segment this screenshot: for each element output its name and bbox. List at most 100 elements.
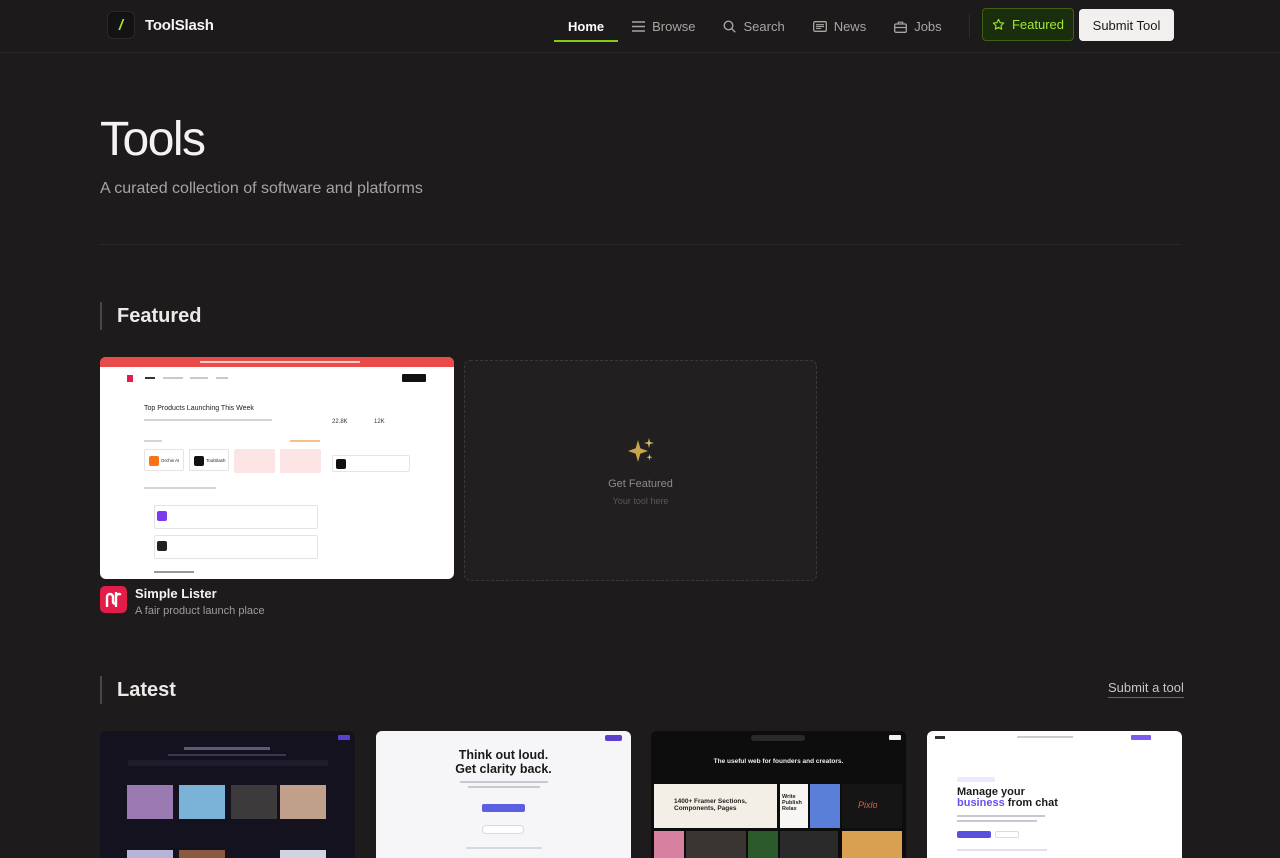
preview-button bbox=[482, 804, 525, 812]
preview-text-line bbox=[957, 815, 1045, 817]
preview-side-text: Write Publish Relax bbox=[782, 794, 802, 812]
preview-thumbnail bbox=[748, 831, 778, 858]
top-nav-bar: / ToolSlash Home Browse Search News Jobs… bbox=[0, 0, 1280, 53]
featured-button-label: Featured bbox=[1011, 17, 1065, 32]
brand-logo-icon: / bbox=[107, 11, 135, 39]
preview-item-box: ToolSlash bbox=[189, 449, 229, 471]
placeholder-title: Get Featured bbox=[608, 477, 673, 490]
preview-headline: Top Products Launching This Week bbox=[144, 405, 254, 412]
preview-text-line bbox=[144, 487, 216, 489]
preview-item-label: ToolSlash bbox=[206, 458, 226, 463]
preview-nav-line bbox=[216, 377, 228, 379]
preview-item-icon bbox=[149, 456, 159, 466]
preview-thumbnail bbox=[179, 785, 225, 819]
preview-text-line bbox=[460, 781, 548, 783]
featured-card-info[interactable]: Simple Lister A fair product launch plac… bbox=[100, 586, 265, 617]
preview-pink-box bbox=[234, 449, 275, 473]
nav-search-label: Search bbox=[743, 19, 785, 34]
preview-headline-line: Think out loud. bbox=[458, 748, 549, 762]
card-description: A fair product launch place bbox=[135, 605, 265, 617]
nav-news[interactable]: News bbox=[799, 0, 881, 53]
preview-thumbnail bbox=[127, 785, 173, 819]
preview-headline: Manage your business from chat bbox=[957, 787, 1058, 809]
preview-text-line bbox=[957, 820, 1037, 822]
preview-logo-text: Pixlo bbox=[858, 800, 878, 810]
preview-nav-line bbox=[1017, 736, 1073, 738]
preview-list-row bbox=[154, 505, 318, 529]
preview-stat: 12K bbox=[374, 419, 385, 425]
preview-button bbox=[889, 735, 901, 740]
latest-card[interactable] bbox=[100, 731, 355, 858]
preview-thumbnail bbox=[280, 850, 326, 858]
preview-thumbnail bbox=[780, 831, 838, 858]
preview-button bbox=[338, 735, 350, 740]
menu-icon bbox=[632, 21, 646, 32]
submit-a-tool-link[interactable]: Submit a tool bbox=[1108, 680, 1184, 698]
preview-item-icon bbox=[336, 459, 346, 469]
preview-thumbnail bbox=[810, 784, 840, 828]
preview-button bbox=[605, 735, 622, 741]
preview-promo-text: 1400+ Framer Sections, Components, Pages bbox=[674, 798, 747, 812]
preview-side-box bbox=[332, 455, 410, 472]
preview-stat: 22.8K bbox=[332, 419, 348, 425]
preview-headline-tail: from chat bbox=[1007, 797, 1058, 809]
preview-headline: Think out loud. Get clarity back. bbox=[376, 748, 631, 776]
preview-nav-line bbox=[145, 377, 155, 379]
nav-browse[interactable]: Browse bbox=[618, 0, 709, 53]
preview-item-icon bbox=[157, 511, 167, 521]
preview-logo-icon bbox=[935, 736, 945, 739]
latest-card[interactable]: Think out loud. Get clarity back. bbox=[376, 731, 631, 858]
latest-heading: Latest bbox=[100, 676, 176, 704]
preview-thumbnail bbox=[686, 831, 746, 858]
preview-headline-line: Get clarity back. bbox=[455, 762, 552, 776]
preview-pink-box bbox=[280, 449, 321, 473]
featured-button[interactable]: Featured bbox=[982, 8, 1074, 41]
get-featured-placeholder[interactable]: Get Featured Your tool here bbox=[464, 360, 817, 581]
preview-headline-line: business from chat bbox=[957, 798, 1058, 809]
preview-text-line bbox=[466, 847, 542, 849]
preview-thumbnail bbox=[280, 785, 326, 819]
latest-card[interactable]: Manage your business from chat bbox=[927, 731, 1182, 858]
submit-tool-button[interactable]: Submit Tool bbox=[1079, 9, 1174, 41]
preview-logo-icon bbox=[127, 375, 133, 382]
star-icon bbox=[992, 18, 1005, 30]
preview-button bbox=[957, 831, 991, 838]
preview-text-line bbox=[144, 440, 162, 442]
preview-promo-tile: 1400+ Framer Sections, Components, Pages bbox=[654, 784, 777, 828]
preview-item-label: Orchis AI bbox=[161, 458, 180, 463]
preview-text-line bbox=[144, 419, 272, 421]
preview-nav-line bbox=[163, 377, 183, 379]
preview-text-line bbox=[184, 747, 270, 750]
nav-home-label: Home bbox=[568, 19, 605, 34]
nav-jobs[interactable]: Jobs bbox=[880, 0, 955, 53]
brand-link[interactable]: / ToolSlash bbox=[107, 10, 214, 40]
nav-news-label: News bbox=[833, 19, 867, 34]
card-name: Simple Lister bbox=[135, 586, 217, 601]
preview-list-row bbox=[154, 535, 318, 559]
preview-thumbnail bbox=[127, 850, 173, 858]
preview-banner bbox=[100, 357, 454, 367]
preview-item-icon bbox=[194, 456, 204, 466]
preview-item-box: Orchis AI bbox=[144, 449, 184, 471]
preview-button bbox=[1131, 735, 1151, 740]
featured-card-preview[interactable]: Top Products Launching This Week Orchis … bbox=[100, 357, 454, 579]
preview-search bbox=[751, 735, 805, 741]
preview-headline-accent: business bbox=[957, 797, 1005, 809]
preview-text-line bbox=[957, 849, 1047, 851]
nav-home[interactable]: Home bbox=[554, 0, 619, 53]
preview-headline: The useful web for founders and creators… bbox=[713, 758, 844, 765]
latest-card[interactable]: The useful web for founders and creators… bbox=[651, 731, 906, 858]
preview-signin-button bbox=[402, 374, 426, 382]
preview-item-icon bbox=[157, 541, 167, 551]
preview-button bbox=[995, 831, 1019, 838]
briefcase-icon bbox=[894, 21, 908, 33]
nav-search[interactable]: Search bbox=[709, 0, 798, 53]
preview-promo-tile: Write Publish Relax bbox=[780, 784, 808, 828]
preview-text-line bbox=[468, 786, 540, 788]
nav-jobs-label: Jobs bbox=[914, 19, 942, 34]
preview-search bbox=[128, 760, 328, 766]
nav-divider bbox=[969, 14, 970, 38]
preview-nav-line bbox=[190, 377, 208, 379]
simple-lister-logo-icon bbox=[100, 586, 127, 613]
preview-thumbnail bbox=[842, 831, 902, 858]
